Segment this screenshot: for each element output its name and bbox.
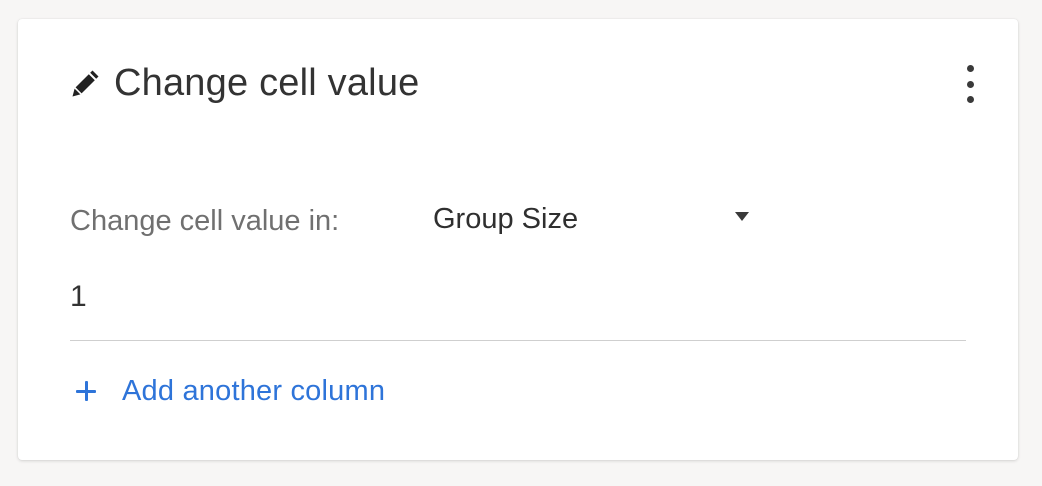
card-header: Change cell value xyxy=(70,59,978,107)
pencil-icon xyxy=(72,70,99,97)
column-select[interactable]: Group Size xyxy=(433,199,749,239)
add-another-column-button[interactable]: Add another column xyxy=(76,369,385,413)
caret-down-icon xyxy=(735,212,749,221)
add-another-column-label: Add another column xyxy=(122,374,386,407)
cell-value-input[interactable] xyxy=(70,291,966,341)
connector-chevron-icon xyxy=(73,0,83,2)
plus-icon xyxy=(76,381,96,401)
more-vertical-icon-dot xyxy=(966,96,974,103)
column-select-value: Group Size xyxy=(433,203,579,235)
more-vertical-icon-dot xyxy=(966,80,974,88)
action-card: Change cell value Change cell value in: … xyxy=(18,19,1018,460)
more-vertical-icon-dot xyxy=(966,65,974,72)
card-title: Change cell value xyxy=(114,62,420,104)
column-field-label: Change cell value in: xyxy=(70,205,340,237)
column-field-row: Change cell value in: Group Size xyxy=(70,197,749,241)
more-options-button[interactable] xyxy=(962,65,978,103)
